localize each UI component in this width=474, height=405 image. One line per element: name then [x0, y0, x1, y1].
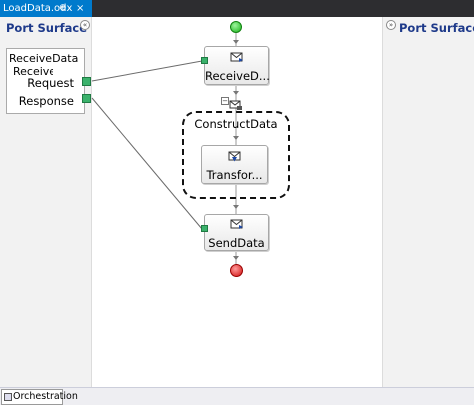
transform-shape[interactable]: Transfor...: [201, 145, 268, 184]
pin-icon[interactable]: ⊕: [59, 0, 67, 17]
receive-shape-label: ReceiveD...: [205, 69, 270, 83]
end-shape-icon[interactable]: [230, 264, 243, 277]
send-shape-label: SendData: [208, 236, 265, 250]
right-port-surface: » Port Surface: [382, 17, 474, 387]
left-port-surface-title: Port Surface: [6, 21, 88, 35]
response-connector-icon[interactable]: [82, 94, 91, 103]
close-icon[interactable]: ×: [76, 0, 84, 17]
right-port-surface-title: Port Surface: [399, 21, 474, 35]
document-tab[interactable]: LoadData.odx ⊕ ×: [0, 0, 92, 17]
send-shape[interactable]: SendData: [204, 214, 269, 251]
left-port-surface: Port Surface « ReceiveData Receive Reque…: [0, 17, 92, 387]
send-port-connector-icon[interactable]: [201, 225, 208, 232]
port-name: ReceiveData: [9, 52, 79, 65]
port-receive-data[interactable]: ReceiveData Receive Request Response: [6, 48, 85, 114]
transform-icon: [228, 151, 240, 162]
transform-shape-label: Transfor...: [206, 168, 263, 182]
send-envelope-icon: [230, 219, 243, 229]
port-operation-request[interactable]: Request: [27, 76, 74, 90]
start-shape-icon[interactable]: [230, 21, 242, 33]
receive-envelope-icon: [230, 52, 243, 62]
view-tab-bar: Orchestration: [0, 387, 474, 405]
request-connector-icon[interactable]: [82, 77, 91, 86]
collapse-right-icon[interactable]: »: [386, 20, 396, 30]
collapse-construct-icon[interactable]: −: [221, 97, 229, 105]
construct-message-icon: [229, 100, 242, 110]
construct-message-label: ConstructData: [194, 117, 278, 131]
orchestration-view-icon: [4, 393, 12, 401]
port-operation-response[interactable]: Response: [19, 94, 74, 108]
collapse-left-icon[interactable]: «: [80, 20, 90, 30]
receive-port-connector-icon[interactable]: [201, 57, 208, 64]
tab-orchestration-label: Orchestration: [13, 391, 78, 402]
document-tab-bar: LoadData.odx ⊕ ×: [0, 0, 474, 17]
tab-orchestration[interactable]: Orchestration: [1, 389, 78, 405]
receive-shape[interactable]: ReceiveD...: [204, 46, 270, 85]
